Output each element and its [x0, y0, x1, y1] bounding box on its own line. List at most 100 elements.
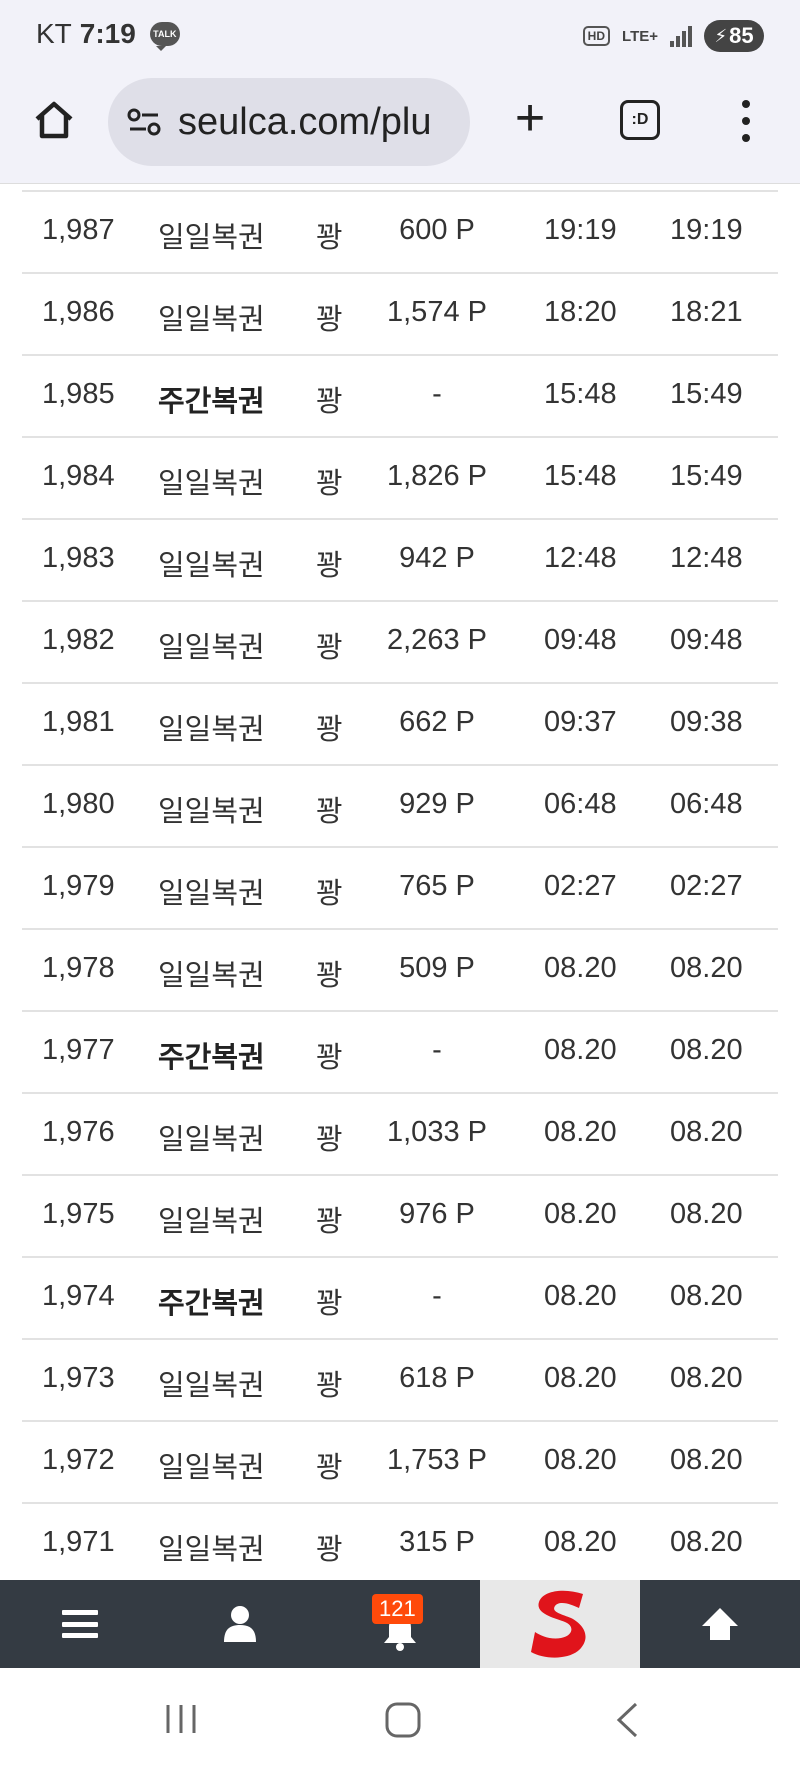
- lottery-type: 주간복권: [158, 1288, 265, 1320]
- result-label: 꽝: [316, 304, 343, 336]
- end-time: 18:21: [670, 296, 743, 328]
- hd-voice-icon: HD: [582, 26, 611, 46]
- start-time: 19:19: [544, 214, 617, 246]
- home-icon: [35, 101, 73, 139]
- end-time: 08.20: [670, 1526, 743, 1558]
- lottery-history-list: 1,987 일일복권 꽝 600 P 19:19 19:19 1,986 일일복권 꽝 1,574…: [22, 190, 778, 1586]
- new-tab-button[interactable]: +: [506, 92, 554, 144]
- charging-bolt-icon: ⚡: [714, 25, 728, 46]
- notifications-button[interactable]: 121: [320, 1580, 480, 1668]
- points-value: 509 P: [399, 952, 475, 984]
- start-time: 08.20: [544, 952, 617, 984]
- notification-badge: 121: [372, 1594, 423, 1624]
- end-time: 06:48: [670, 788, 743, 820]
- list-item[interactable]: 1,987 일일복권 꽝 600 P 19:19 19:19: [22, 192, 778, 274]
- points-value: 765 P: [399, 870, 475, 902]
- start-time: 18:20: [544, 296, 617, 328]
- entry-number: 1,972: [42, 1444, 115, 1476]
- status-bar: KT 7:19 TALK HD LTE+ ⚡ 85: [0, 0, 800, 72]
- list-item[interactable]: 1,986 일일복권 꽝 1,574 P 18:20 18:21: [22, 274, 778, 356]
- list-item[interactable]: 1,973 일일복권 꽝 618 P 08.20 08.20: [22, 1340, 778, 1422]
- result-label: 꽝: [316, 222, 343, 254]
- lottery-type: 주간복권: [158, 386, 265, 418]
- lottery-type: 일일복권: [158, 468, 265, 500]
- lottery-type: 일일복권: [158, 304, 265, 336]
- system-navigation: [0, 1668, 800, 1778]
- url-text[interactable]: seulca.com/plu: [178, 101, 431, 144]
- lottery-type: 일일복권: [158, 1206, 265, 1238]
- tab-switcher-button[interactable]: :D: [620, 100, 660, 140]
- recent-apps-icon: [166, 1705, 196, 1733]
- list-item[interactable]: 1,977 주간복권 꽝 - 08.20 08.20: [22, 1012, 778, 1094]
- arrow-up-icon: [702, 1608, 738, 1640]
- battery-level: 85: [729, 23, 754, 48]
- result-label: 꽝: [316, 796, 343, 828]
- list-item[interactable]: 1,974 주간복권 꽝 - 08.20 08.20: [22, 1258, 778, 1340]
- points-value: 600 P: [399, 214, 475, 246]
- points-value: 1,033 P: [387, 1116, 487, 1148]
- list-item[interactable]: 1,982 일일복권 꽝 2,263 P 09:48 09:48: [22, 602, 778, 684]
- lottery-type: 일일복권: [158, 878, 265, 910]
- entry-number: 1,974: [42, 1280, 115, 1312]
- points-value: 618 P: [399, 1362, 475, 1394]
- end-time: 08.20: [670, 1198, 743, 1230]
- list-item[interactable]: 1,981 일일복권 꽝 662 P 09:37 09:38: [22, 684, 778, 766]
- start-time: 02:27: [544, 870, 617, 902]
- entry-number: 1,978: [42, 952, 115, 984]
- start-time: 08.20: [544, 1198, 617, 1230]
- end-time: 08.20: [670, 952, 743, 984]
- start-time: 12:48: [544, 542, 617, 574]
- start-time: 06:48: [544, 788, 617, 820]
- list-item[interactable]: 1,971 일일복권 꽝 315 P 08.20 08.20: [22, 1504, 778, 1586]
- menu-button[interactable]: [0, 1580, 160, 1668]
- list-item[interactable]: 1,978 일일복권 꽝 509 P 08.20 08.20: [22, 930, 778, 1012]
- lottery-type: 일일복권: [158, 1370, 265, 1402]
- list-item[interactable]: 1,972 일일복권 꽝 1,753 P 08.20 08.20: [22, 1422, 778, 1504]
- home-nav-icon: [385, 1702, 421, 1738]
- status-left: KT 7:19 TALK: [36, 18, 180, 51]
- address-bar[interactable]: seulca.com/plu: [108, 78, 470, 166]
- list-item[interactable]: 1,979 일일복권 꽝 765 P 02:27 02:27: [22, 848, 778, 930]
- end-time: 09:48: [670, 624, 743, 656]
- entry-number: 1,983: [42, 542, 115, 574]
- lottery-type: 일일복권: [158, 1124, 265, 1156]
- back-button[interactable]: [614, 1702, 640, 1743]
- end-time: 12:48: [670, 542, 743, 574]
- profile-button[interactable]: [160, 1580, 320, 1668]
- list-item[interactable]: 1,985 주간복권 꽝 - 15:48 15:49: [22, 356, 778, 438]
- lottery-type: 일일복권: [158, 796, 265, 828]
- points-value: 976 P: [399, 1198, 475, 1230]
- points-value: -: [432, 1280, 442, 1312]
- scroll-top-button[interactable]: [640, 1580, 800, 1668]
- result-label: 꽝: [316, 1124, 343, 1156]
- end-time: 08.20: [670, 1444, 743, 1476]
- site-settings-icon[interactable]: [126, 103, 164, 141]
- entry-number: 1,973: [42, 1362, 115, 1394]
- points-value: 2,263 P: [387, 624, 487, 656]
- result-label: 꽝: [316, 714, 343, 746]
- home-nav-button[interactable]: [384, 1702, 422, 1743]
- end-time: 02:27: [670, 870, 743, 902]
- list-item[interactable]: 1,975 일일복권 꽝 976 P 08.20 08.20: [22, 1176, 778, 1258]
- bottom-navigation: 121: [0, 1580, 800, 1668]
- signal-icon: [670, 25, 692, 47]
- more-menu-button[interactable]: [736, 100, 756, 142]
- home-button[interactable]: [30, 96, 78, 144]
- list-item[interactable]: 1,980 일일복권 꽝 929 P 06:48 06:48: [22, 766, 778, 848]
- lottery-type: 일일복권: [158, 1534, 265, 1566]
- start-time: 15:48: [544, 460, 617, 492]
- recent-apps-button[interactable]: [164, 1702, 198, 1741]
- list-item[interactable]: 1,983 일일복권 꽝 942 P 12:48 12:48: [22, 520, 778, 602]
- entry-number: 1,975: [42, 1198, 115, 1230]
- lottery-type: 주간복권: [158, 1042, 265, 1074]
- browser-toolbar: seulca.com/plu + :D: [0, 72, 800, 184]
- list-item[interactable]: 1,976 일일복권 꽝 1,033 P 08.20 08.20: [22, 1094, 778, 1176]
- end-time: 08.20: [670, 1280, 743, 1312]
- list-item[interactable]: 1,984 일일복권 꽝 1,826 P 15:48 15:49: [22, 438, 778, 520]
- points-value: -: [432, 1034, 442, 1066]
- site-logo-button[interactable]: [480, 1580, 640, 1668]
- entry-number: 1,979: [42, 870, 115, 902]
- points-value: 1,574 P: [387, 296, 487, 328]
- entry-number: 1,976: [42, 1116, 115, 1148]
- end-time: 15:49: [670, 378, 743, 410]
